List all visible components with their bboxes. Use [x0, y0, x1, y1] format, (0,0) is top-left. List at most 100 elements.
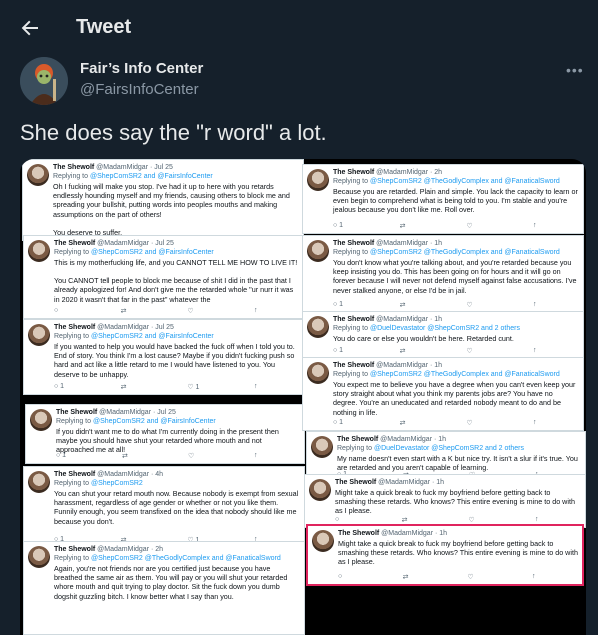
screenshot-retweet-icon: ⇄	[399, 302, 406, 309]
screenshot-avatar	[28, 240, 50, 262]
screenshot-tweet-text: Again, you're not friends nor are you ce…	[54, 564, 288, 601]
screenshot-author-name: The Shewolf	[338, 530, 380, 537]
more-options-icon[interactable]: •••	[566, 62, 586, 78]
screenshot-tweet-text: Might take a quick break to fuck my boyf…	[335, 488, 575, 516]
screenshot-author-handle: @MadamMidgar	[374, 240, 429, 247]
screenshot-reply-icon: ○ 1	[54, 383, 65, 390]
screenshot-replying-to: Replying to @ShepComSR2	[54, 480, 143, 487]
screenshot-author-name: The Shewolf	[56, 409, 98, 416]
screenshot-author-handle: @MadamMidgar	[376, 479, 431, 486]
screenshot-like-icon: ♡	[187, 308, 194, 315]
tweet-author: Fair’s Info Center @FairsInfoCenter	[20, 56, 203, 106]
screenshot-replying-to: Replying to @ShepComSR2 and @FairsInfoCe…	[53, 173, 213, 180]
screenshot-replying-to: Replying to @ShepComSR2 @TheGodlyComplex…	[333, 371, 560, 378]
screenshot-timestamp: · 2h	[149, 546, 164, 553]
screenshot-header: The Shewolf @MadamMidgar · 1h	[333, 315, 579, 324]
screenshot-timestamp: · 1h	[428, 362, 443, 369]
screenshot-timestamp: · 1h	[428, 240, 443, 247]
screenshot-retweet-icon: ⇄	[399, 420, 406, 427]
screenshot-action-bar: ○ 1 ⇄ ♡ ↑	[333, 419, 553, 427]
screenshot-header: The Shewolf @MadamMidgar · Jul 25	[54, 323, 300, 332]
screenshot-tweet-text: Might take a quick break to fuck my boyf…	[338, 539, 578, 567]
screenshot-share-icon: ↑	[531, 573, 536, 580]
screenshot-header: The Shewolf @MadamMidgar · Jul 25	[56, 408, 300, 417]
screenshot-author-name: The Shewolf	[54, 240, 96, 247]
screenshot-tweet: The Shewolf @MadamMidgar · Jul 25 Replyin…	[25, 404, 305, 464]
screenshot-tweet: The Shewolf @MadamMidgar · 1h Might take …	[306, 524, 584, 586]
screenshot-tweet: The Shewolf @MadamMidgar · 4h Replying to…	[23, 466, 305, 548]
screenshot-action-bar: ○ 1 ⇄ ♡ 1 ↑	[54, 383, 274, 391]
screenshot-tweet-text: Because you are retarded. Plain and simp…	[333, 187, 578, 215]
author-display-name[interactable]: Fair’s Info Center	[80, 60, 380, 77]
screenshot-tweet: The Shewolf @MadamMidgar · 1h Replying to…	[302, 235, 584, 313]
page-title: Tweet	[76, 16, 132, 38]
screenshot-retweet-icon: ⇄	[122, 453, 128, 460]
screenshot-header: The Shewolf @MadamMidgar · Jul 25	[53, 163, 299, 172]
screenshot-replying-to: Replying to @ShepComSR2 and @FairsInfoCe…	[54, 249, 214, 256]
screenshot-like-icon: ♡	[188, 453, 195, 460]
screenshot-header: The Shewolf @MadamMidgar · 2h	[54, 545, 300, 554]
screenshot-avatar	[28, 546, 50, 568]
screenshot-avatar	[30, 409, 52, 431]
screenshot-reply-icon: ○ 1	[333, 301, 344, 308]
screenshot-timestamp: · Jul 25	[149, 240, 174, 247]
screenshot-author-name: The Shewolf	[53, 164, 95, 171]
screenshot-tweet-text: Oh I fucking will make you stop. I've ha…	[53, 182, 290, 237]
screenshot-replying-to: Replying to @ShepComSR2 @TheGodlyComplex…	[333, 249, 560, 256]
screenshot-tweet: The Shewolf @MadamMidgar · Jul 25 Replyin…	[23, 235, 305, 319]
screenshot-header: The Shewolf @MadamMidgar · 1h	[333, 361, 579, 370]
back-arrow-icon[interactable]	[16, 14, 44, 42]
screenshot-like-icon: ♡	[466, 223, 473, 230]
screenshot-like-icon: ♡	[468, 517, 475, 524]
screenshot-timestamp: · 1h	[433, 530, 448, 537]
screenshot-author-name: The Shewolf	[333, 362, 375, 369]
screenshot-header: The Shewolf @MadamMidgar · 1h	[337, 435, 581, 444]
screenshot-tweet-text: You do care or else you wouldn't be here…	[333, 334, 514, 343]
screenshot-reply-icon: ○ 1	[333, 419, 344, 426]
screenshot-avatar	[307, 240, 329, 262]
screenshot-tweet: The Shewolf @MadamMidgar · Jul 25 Replyin…	[22, 159, 304, 241]
screenshot-action-bar: ○ ⇄ ♡ ↑	[338, 573, 552, 581]
screenshot-avatar	[307, 316, 329, 338]
screenshot-like-icon: ♡ 1	[187, 384, 200, 391]
screenshot-share-icon: ↑	[253, 307, 258, 314]
screenshot-timestamp: · 4h	[149, 471, 164, 478]
screenshot-retweet-icon: ⇄	[399, 223, 406, 230]
screenshot-timestamp: · Jul 25	[149, 324, 174, 331]
screenshot-timestamp: · 2h	[428, 169, 443, 176]
screenshot-author-handle: @MadamMidgar	[378, 436, 433, 443]
screenshot-author-name: The Shewolf	[54, 471, 96, 478]
tweet-media-collage[interactable]: The Shewolf @MadamMidgar · Jul 25 Replyin…	[20, 159, 586, 635]
top-bar: Tweet	[0, 0, 598, 54]
screenshot-timestamp: · Jul 25	[151, 409, 176, 416]
screenshot-retweet-icon: ⇄	[402, 574, 409, 581]
author-handle[interactable]: @FairsInfoCenter	[80, 81, 380, 98]
screenshot-header: The Shewolf @MadamMidgar · Jul 25	[54, 239, 300, 248]
screenshot-replying-to: Replying to @DuelDevastator @ShepComSR2 …	[333, 325, 520, 332]
screenshot-avatar	[307, 169, 329, 191]
screenshot-replying-to: Replying to @ShepComSR2 @TheGodlyComplex…	[54, 555, 281, 562]
screenshot-retweet-icon: ⇄	[401, 517, 408, 524]
screenshot-share-icon: ↑	[532, 301, 537, 308]
screenshot-reply-icon: ○ 1	[56, 452, 67, 459]
screenshot-action-bar: ○ 1 ⇄ ♡ ↑	[56, 452, 274, 460]
tweet-text: She does say the "r word" a lot.	[20, 120, 327, 145]
screenshot-share-icon: ↑	[534, 516, 539, 523]
screenshot-tweet-text: You don't know what you're talking about…	[333, 258, 577, 295]
screenshot-like-icon: ♡	[466, 348, 473, 355]
screenshot-avatar	[309, 479, 331, 501]
screenshot-retweet-icon: ⇄	[399, 348, 406, 355]
screenshot-header: The Shewolf @MadamMidgar · 4h	[54, 470, 300, 479]
screenshot-author-name: The Shewolf	[333, 316, 375, 323]
author-avatar[interactable]	[20, 57, 68, 105]
screenshot-replying-to: Replying to @DuelDevastator @ShepComSR2 …	[337, 445, 524, 452]
screenshot-author-handle: @MadamMidgar	[374, 316, 429, 323]
screenshot-author-handle: @MadamMidgar	[95, 240, 150, 247]
screenshot-replying-to: Replying to @ShepComSR2 and @FairsInfoCe…	[56, 418, 216, 425]
screenshot-tweet: The Shewolf @MadamMidgar · 2h Replying to…	[23, 541, 305, 635]
screenshot-author-name: The Shewolf	[333, 240, 375, 247]
screenshot-action-bar: ○ ⇄ ♡ ↑	[54, 307, 274, 315]
screenshot-author-name: The Shewolf	[337, 436, 379, 443]
screenshot-header: The Shewolf @MadamMidgar · 2h	[333, 168, 579, 177]
screenshot-retweet-icon: ⇄	[120, 308, 127, 315]
